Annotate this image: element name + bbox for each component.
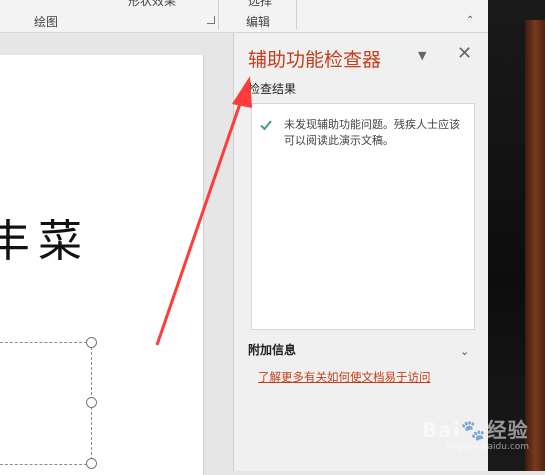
slide-canvas[interactable]: 丰菜 (0, 55, 204, 475)
result-message: 未发现辅助功能问题。残疾人士应该可以阅读此演示文稿。 (284, 118, 460, 147)
check-icon (260, 120, 272, 131)
select-button[interactable]: 选择 (248, 0, 272, 9)
shape-effects-button[interactable]: 形状效果 (128, 0, 176, 9)
resize-handle-top-right[interactable] (86, 337, 97, 348)
chevron-down-icon[interactable]: ⌄ (460, 345, 469, 358)
watermark-logo: Bai🐾经验 (422, 418, 529, 442)
close-icon[interactable]: ✕ (457, 43, 472, 64)
inspection-results-label: 检查结果 (248, 82, 297, 96)
resize-handle-right[interactable] (86, 397, 97, 408)
resize-handle-bottom-right[interactable] (86, 458, 97, 469)
paw-icon: 🐾 (460, 418, 487, 442)
group-label-editing: 编辑 (246, 15, 271, 29)
content-placeholder[interactable] (0, 342, 92, 465)
slide-title-text[interactable]: 丰菜 (0, 205, 84, 269)
ribbon: 形状效果 选择 绘图 编辑 ⌃ (0, 0, 488, 33)
group-separator (218, 0, 219, 30)
additional-info-label[interactable]: 附加信息 (248, 341, 296, 358)
group-label-drawing: 绘图 (34, 15, 59, 29)
slide-workspace: 丰菜 (0, 33, 233, 475)
accessibility-checker-pane: 辅助功能检查器 ▼ ✕ 检查结果 未发现辅助功能问题。残疾人士应该可以阅读此演示… (233, 33, 489, 471)
accessibility-help-link[interactable]: 了解更多有关如何使文档易于访问 (258, 369, 431, 385)
dialog-launcher-icon[interactable] (207, 16, 215, 24)
watermark-url: jingyan.baidu.com (446, 442, 530, 452)
group-separator (296, 0, 297, 30)
results-box: 未发现辅助功能问题。残疾人士应该可以阅读此演示文稿。 (251, 103, 475, 330)
pane-title: 辅助功能检查器 (248, 49, 382, 71)
collapse-ribbon-icon[interactable]: ⌃ (466, 15, 474, 26)
desktop-wallpaper-strip (525, 20, 545, 471)
chevron-down-icon[interactable]: ▼ (418, 49, 426, 62)
